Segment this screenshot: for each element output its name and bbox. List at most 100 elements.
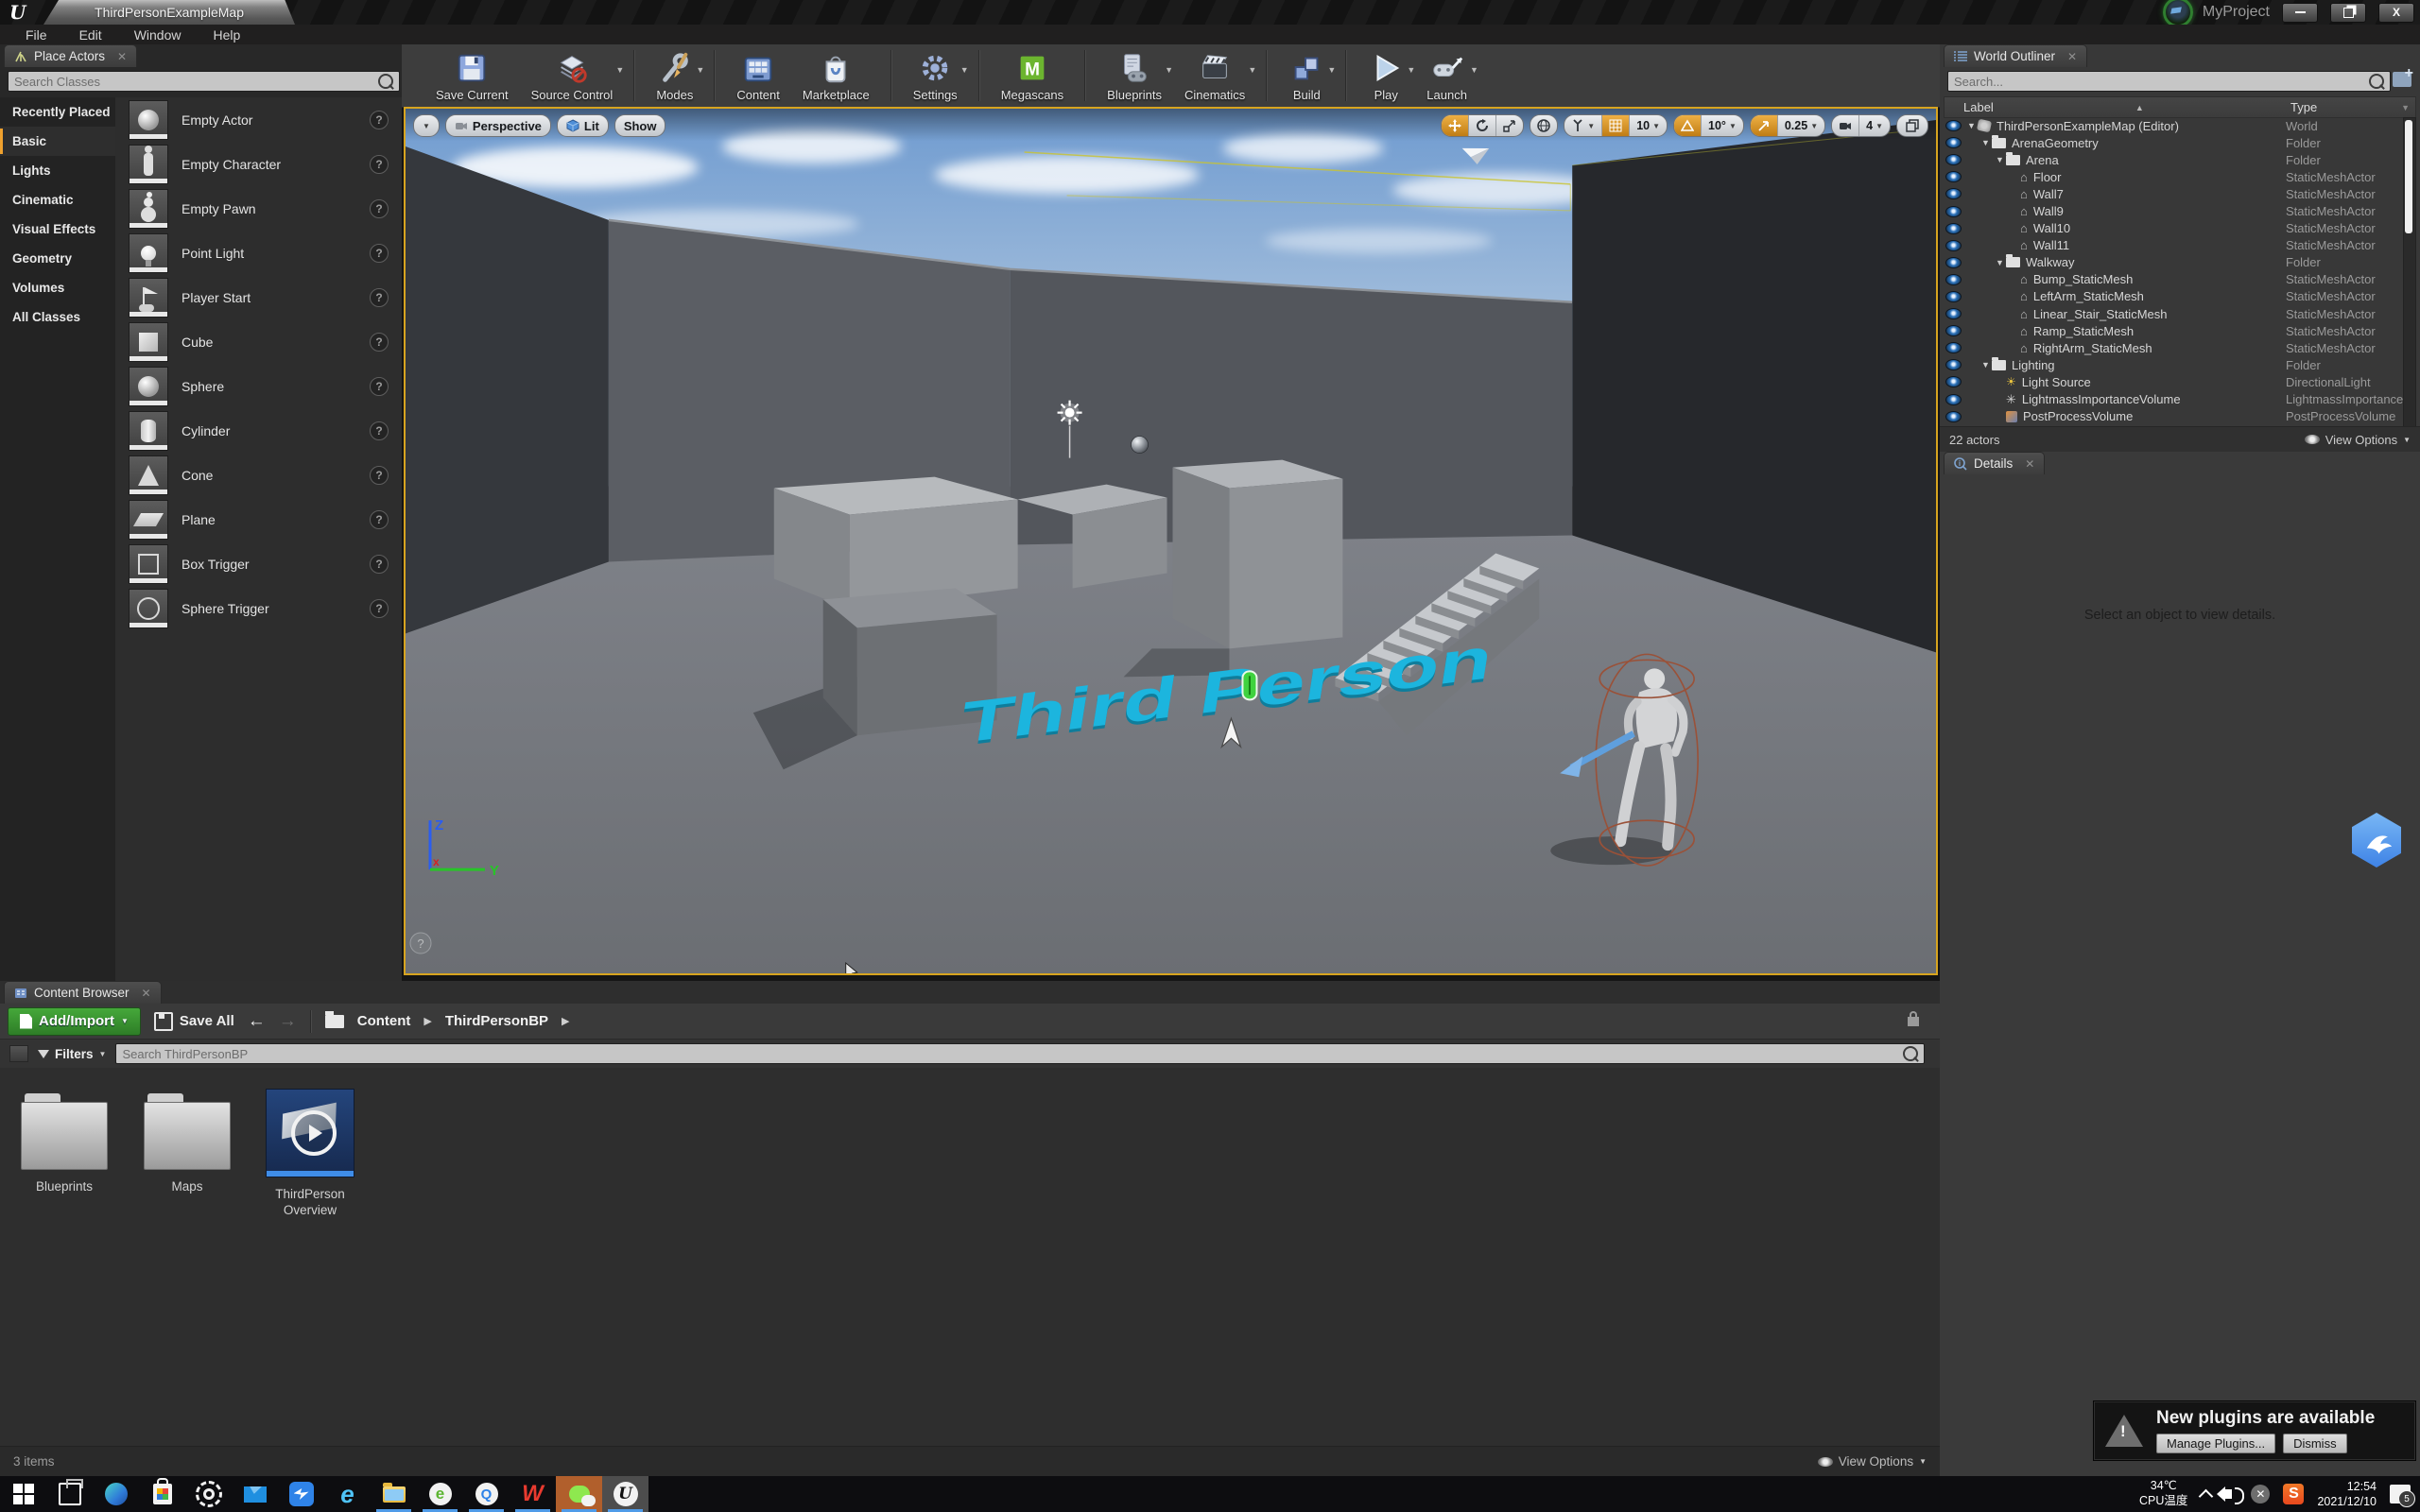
outliner-row[interactable]: ⌂ LeftArm_StaticMesh StaticMeshActor xyxy=(1944,288,2403,305)
outliner-row[interactable]: ⌂ Wall9 StaticMeshActor xyxy=(1944,202,2403,219)
sogou-input-icon[interactable]: S xyxy=(2283,1484,2305,1504)
breadcrumb-root[interactable]: Content xyxy=(357,1013,411,1029)
visibility-eye-icon[interactable] xyxy=(1945,205,1962,217)
breadcrumb-more-icon[interactable]: ▶ xyxy=(562,1015,569,1027)
new-folder-icon[interactable] xyxy=(2393,65,2413,87)
visibility-eye-icon[interactable] xyxy=(1945,120,1962,132)
visibility-eye-icon[interactable] xyxy=(1945,376,1962,388)
lock-icon[interactable] xyxy=(1908,1010,1919,1026)
taskbar-file-explorer[interactable] xyxy=(371,1476,417,1512)
help-icon[interactable]: ? xyxy=(370,287,389,307)
close-icon[interactable]: ✕ xyxy=(142,987,151,1000)
chevron-down-icon[interactable]: ▼ xyxy=(1407,65,1415,75)
chevron-down-icon[interactable]: ▼ xyxy=(696,65,704,75)
tab-details[interactable]: i Details ✕ xyxy=(1944,452,2046,474)
expander-icon[interactable]: ▼ xyxy=(1981,360,1992,369)
outliner-row[interactable]: ⌂ Ramp_StaticMesh StaticMeshActor xyxy=(1944,322,2403,339)
scale-snap-group[interactable]: 0.25 ▼ xyxy=(1749,114,1826,137)
filters-button[interactable]: Filters ▼ xyxy=(38,1047,106,1061)
volume-icon[interactable] xyxy=(2217,1486,2245,1504)
chevron-down-icon[interactable]: ▼ xyxy=(1248,65,1256,75)
toolbar-blueprints[interactable]: Blueprints ▼ xyxy=(1096,44,1173,107)
toolbar-cinematics[interactable]: Cinematics ▼ xyxy=(1173,44,1256,107)
placeable-empty-pawn[interactable]: Empty Pawn? xyxy=(115,186,402,231)
outliner-row[interactable]: ⌂ Linear_Stair_StaticMesh StaticMeshActor xyxy=(1944,305,2403,322)
toolbar-settings[interactable]: Settings ▼ xyxy=(902,44,969,107)
level-viewport[interactable]: Third Person Third Person Z Y x ? ▼ Pers… xyxy=(404,107,1938,975)
reflection-sphere[interactable] xyxy=(1131,436,1149,454)
outliner-search-input[interactable]: Search... xyxy=(1947,71,2391,92)
expander-icon[interactable]: ▼ xyxy=(1967,121,1978,130)
visibility-eye-icon[interactable] xyxy=(1945,137,1962,149)
visibility-eye-icon[interactable] xyxy=(1945,239,1962,251)
menu-file[interactable]: File xyxy=(9,27,63,43)
outliner-row[interactable]: ▼ Lighting Folder xyxy=(1944,356,2403,373)
taskbar-wechat[interactable] xyxy=(556,1476,602,1512)
taskbar-internet-explorer[interactable]: e xyxy=(324,1476,371,1512)
tab-world-outliner[interactable]: World Outliner ✕ xyxy=(1944,44,2088,67)
help-icon[interactable]: ? xyxy=(370,376,389,396)
column-options-icon[interactable]: ▼ xyxy=(2401,103,2410,112)
help-icon[interactable]: ? xyxy=(370,198,389,218)
breadcrumb-current[interactable]: ThirdPersonBP xyxy=(445,1013,548,1029)
visibility-eye-icon[interactable] xyxy=(1945,222,1962,234)
visibility-eye-icon[interactable] xyxy=(1945,410,1962,422)
camera-speed-group[interactable]: 4 ▼ xyxy=(1831,114,1891,137)
expander-icon[interactable]: ▼ xyxy=(1996,258,2006,267)
grid-snap-group[interactable]: ▼ 10 ▼ xyxy=(1564,114,1668,137)
content-search-input[interactable]: Search ThirdPersonBP xyxy=(115,1043,1925,1064)
taskbar-clock[interactable]: 12:54 2021/12/10 xyxy=(2317,1479,2377,1510)
placeable-cube[interactable]: Cube? xyxy=(115,319,402,364)
help-icon[interactable]: ? xyxy=(370,465,389,485)
view-mode-button[interactable]: Lit xyxy=(556,114,609,137)
outliner-row[interactable]: ⌂ Bump_StaticMesh StaticMeshActor xyxy=(1944,271,2403,288)
restore-button[interactable] xyxy=(2330,2,2366,23)
chevron-down-icon[interactable]: ▼ xyxy=(1165,65,1173,75)
outliner-view-options[interactable]: View Options ▼ xyxy=(2304,433,2411,447)
taskbar-browser-360[interactable]: e xyxy=(417,1476,463,1512)
toolbar-marketplace[interactable]: Marketplace xyxy=(791,44,881,107)
transform-tools[interactable] xyxy=(1441,114,1525,137)
visibility-eye-icon[interactable] xyxy=(1945,290,1962,302)
maximize-viewport-button[interactable] xyxy=(1896,114,1928,137)
forward-arrow-icon[interactable]: → xyxy=(279,1011,297,1032)
toolbar-megascans[interactable]: Megascans xyxy=(990,44,1075,107)
column-type[interactable]: Type xyxy=(2290,100,2317,114)
taskbar-mail[interactable] xyxy=(232,1476,278,1512)
minimize-button[interactable] xyxy=(2282,2,2318,23)
menu-edit[interactable]: Edit xyxy=(63,27,118,43)
dismiss-button[interactable]: Dismiss xyxy=(2283,1434,2347,1453)
taskbar-wps[interactable]: W xyxy=(510,1476,556,1512)
toolbar-play[interactable]: Play ▼ xyxy=(1357,44,1415,107)
viewport-options-button[interactable]: ▼ xyxy=(413,114,440,137)
toolbar-save-current[interactable]: Save Current xyxy=(424,44,520,107)
taskbar-task-view[interactable] xyxy=(46,1476,93,1512)
placeable-empty-character[interactable]: Empty Character? xyxy=(115,142,402,186)
visibility-eye-icon[interactable] xyxy=(1945,171,1962,183)
toolbar-build[interactable]: Build ▼ xyxy=(1277,44,1336,107)
chevron-down-icon[interactable]: ▼ xyxy=(615,65,624,75)
sources-panel-toggle[interactable] xyxy=(9,1045,28,1062)
outliner-row[interactable]: ▼ ArenaGeometry Folder xyxy=(1944,134,2403,151)
visibility-eye-icon[interactable] xyxy=(1945,256,1962,268)
outliner-row[interactable]: ▼ ThirdPersonExampleMap (Editor) World xyxy=(1944,117,2403,134)
toolbar-content[interactable]: Content xyxy=(725,44,791,107)
visibility-eye-icon[interactable] xyxy=(1945,188,1962,200)
category-geometry[interactable]: Geometry xyxy=(0,244,115,273)
category-recently-placed[interactable]: Recently Placed xyxy=(0,97,115,127)
level-tab[interactable]: ThirdPersonExampleMap xyxy=(43,0,295,25)
outliner-row[interactable]: ▼ Walkway Folder xyxy=(1944,254,2403,271)
visibility-eye-icon[interactable] xyxy=(1945,154,1962,166)
placeable-box-trigger[interactable]: Box Trigger? xyxy=(115,541,402,586)
toolbar-source-control[interactable]: Source Control ▼ xyxy=(520,44,624,107)
action-center-icon[interactable]: 5 xyxy=(2390,1485,2415,1507)
category-volumes[interactable]: Volumes xyxy=(0,273,115,302)
help-icon[interactable]: ? xyxy=(370,421,389,440)
save-all-button[interactable]: Save All xyxy=(153,1011,234,1031)
world-local-toggle[interactable] xyxy=(1530,114,1559,137)
close-button[interactable]: X xyxy=(2378,2,2414,23)
chevron-down-icon[interactable]: ▼ xyxy=(1327,65,1336,75)
taskbar-thunder[interactable] xyxy=(278,1476,324,1512)
expander-icon[interactable]: ▼ xyxy=(1981,138,1992,147)
help-icon[interactable]: ? xyxy=(370,554,389,574)
